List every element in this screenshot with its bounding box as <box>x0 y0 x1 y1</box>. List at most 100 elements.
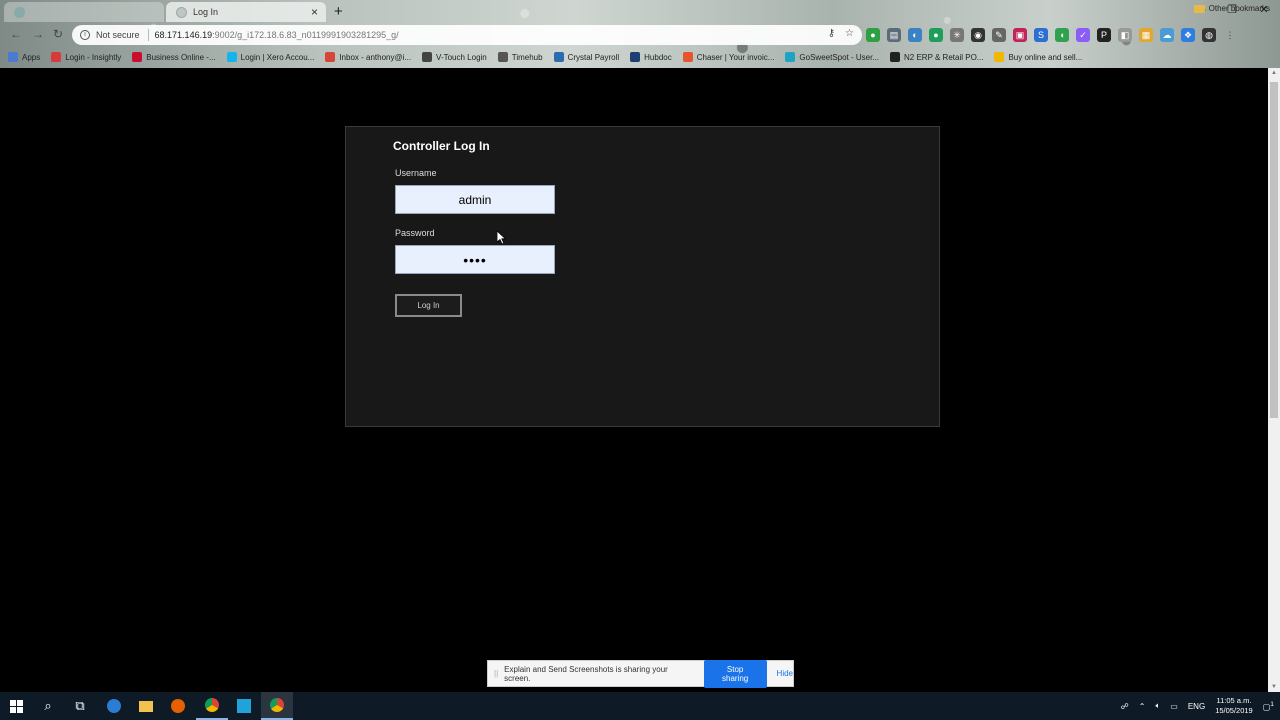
extension-icon[interactable]: ☁ <box>1160 28 1174 42</box>
extension-icon[interactable]: ▦ <box>1139 28 1153 42</box>
drag-handle-icon[interactable]: || <box>494 669 498 678</box>
bookmark-item[interactable]: V-Touch Login <box>422 52 487 62</box>
chrome-icon <box>205 698 219 712</box>
forward-button[interactable]: → <box>32 27 44 41</box>
hide-button[interactable]: Hide <box>777 669 793 678</box>
password-label: Password <box>395 228 435 238</box>
bookmark-label: Crystal Payroll <box>567 52 620 62</box>
login-panel: Controller Log In Username Password Log … <box>345 126 940 427</box>
folder-icon <box>139 700 153 712</box>
folder-icon <box>1193 4 1205 13</box>
bookmark-item[interactable]: Business Online -... <box>132 52 216 62</box>
login-title: Controller Log In <box>393 139 490 153</box>
system-tray: ☍ ⌃ 🔈︎ ▭ ENG 11:05 a.m. 15/05/2019 ▢1 <box>1121 692 1274 720</box>
taskbar-edge[interactable] <box>98 692 130 720</box>
extension-icon[interactable]: ◐ <box>908 28 922 42</box>
mouse-cursor-icon <box>497 231 507 245</box>
start-button[interactable] <box>0 692 32 720</box>
windows-logo-icon <box>9 699 23 713</box>
bookmark-favicon-icon <box>8 52 18 62</box>
taskbar: ⌕ ⧉ ☍ ⌃ 🔈︎ ▭ ENG 11:05 a.m. 15/05/2019 ▢… <box>0 692 1280 720</box>
clock[interactable]: 11:05 a.m. 15/05/2019 <box>1215 696 1253 716</box>
language-indicator[interactable]: ENG <box>1188 702 1205 711</box>
key-icon[interactable]: ⚷ <box>828 28 835 39</box>
chrome-icon <box>270 698 284 712</box>
bookmark-favicon-icon <box>226 52 237 62</box>
scroll-down-icon[interactable]: ▼ <box>1268 684 1280 690</box>
bookmark-item[interactable]: N2 ERP & Retail PO... <box>890 52 983 62</box>
back-button[interactable]: ← <box>10 27 22 41</box>
extension-icon[interactable]: ● <box>866 28 880 42</box>
extension-icon[interactable]: P <box>1097 28 1111 42</box>
login-button[interactable]: Log In <box>395 294 462 317</box>
bookmark-item[interactable]: Inbox - anthony@i... <box>325 52 411 62</box>
bookmark-item[interactable]: Crystal Payroll <box>553 52 620 62</box>
bookmark-label: GoSweetSpot - User... <box>799 52 880 62</box>
extension-icon[interactable]: ✳ <box>950 28 964 42</box>
extension-icon[interactable]: ▣ <box>1013 28 1027 42</box>
bookmark-favicon-icon <box>682 52 693 62</box>
taskbar-chrome-active[interactable] <box>261 692 293 720</box>
bookmark-item[interactable]: Chaser | Your invoic... <box>682 52 775 62</box>
password-input[interactable] <box>395 245 555 274</box>
bookmark-label: N2 ERP & Retail PO... <box>904 52 984 62</box>
app-icon <box>237 699 251 713</box>
bookmark-item[interactable]: Apps <box>8 52 40 62</box>
bookmark-favicon-icon <box>497 52 508 62</box>
scroll-up-icon[interactable]: ▲ <box>1268 70 1280 76</box>
address-bar[interactable]: i Not secure 68.171.146.19:9002/g_i172.1… <box>72 25 862 45</box>
edge-icon <box>107 699 121 713</box>
bookmark-label: Business Online -... <box>146 52 216 62</box>
taskbar-file-explorer[interactable] <box>130 692 162 720</box>
extension-icon[interactable]: ◧ <box>1118 28 1132 42</box>
bookmark-item[interactable]: Hubdoc <box>630 52 672 62</box>
extension-icon[interactable]: ✎ <box>992 28 1006 42</box>
chevron-up-icon[interactable]: ⌃ <box>1139 702 1146 711</box>
bookmark-label: Apps <box>22 52 41 62</box>
firefox-icon <box>171 699 185 713</box>
bookmark-star-icon[interactable]: ☆ <box>845 28 854 39</box>
bookmark-item[interactable]: GoSweetSpot - User... <box>785 52 879 62</box>
network-icon[interactable]: ▭ <box>1170 702 1178 711</box>
new-tab-button[interactable]: + <box>334 3 343 20</box>
tab-log-in[interactable]: Log In × <box>166 2 326 22</box>
info-icon[interactable]: i <box>80 30 90 40</box>
volume-icon[interactable]: 🔈︎ <box>1155 701 1160 711</box>
clock-date: 15/05/2019 <box>1215 706 1253 715</box>
people-icon[interactable]: ☍ <box>1121 702 1129 711</box>
taskbar-app[interactable] <box>228 692 260 720</box>
bookmark-favicon-icon <box>890 52 901 62</box>
profile-avatar-icon[interactable]: ◍ <box>1202 28 1216 42</box>
tab-close-icon[interactable]: × <box>311 5 318 19</box>
taskbar-chrome[interactable] <box>196 692 228 720</box>
task-view-button[interactable]: ⧉ <box>64 692 96 720</box>
extension-icon[interactable]: ● <box>929 28 943 42</box>
screen-sharing-bar: || Explain and Send Screenshots is shari… <box>487 659 794 688</box>
tab-background[interactable] <box>4 2 164 22</box>
extension-icon[interactable]: ▤ <box>887 28 901 42</box>
tab-favicon-icon <box>14 6 25 18</box>
taskbar-firefox[interactable] <box>162 692 194 720</box>
username-input[interactable] <box>395 185 555 214</box>
bookmark-label: Chaser | Your invoic... <box>696 52 775 62</box>
vertical-scrollbar[interactable]: ▲ ▼ <box>1268 68 1280 692</box>
bookmark-label: Hubdoc <box>644 52 672 62</box>
bookmark-item[interactable]: Timehub <box>497 52 543 62</box>
stop-sharing-button[interactable]: Stop sharing <box>703 659 767 688</box>
extension-icon[interactable]: ◖ <box>1055 28 1069 42</box>
bookmark-item[interactable]: Login | Xero Accou... <box>226 52 314 62</box>
search-button[interactable]: ⌕ <box>32 692 64 720</box>
scrollbar-thumb[interactable] <box>1270 82 1278 418</box>
bookmark-item[interactable]: Login - Insightly <box>51 52 121 62</box>
extension-icon[interactable]: ✓ <box>1076 28 1090 42</box>
bookmark-item[interactable]: Buy online and sell... <box>994 52 1082 62</box>
extension-icon[interactable]: ❖ <box>1181 28 1195 42</box>
extension-icon[interactable]: S <box>1034 28 1048 42</box>
extension-icon[interactable]: ◉ <box>971 28 985 42</box>
task-view-icon: ⧉ <box>75 698 85 713</box>
bookmarks-bar: Apps Login - Insightly Business Online -..… <box>0 47 1280 67</box>
other-bookmarks[interactable]: Other bookmarks <box>1193 4 1270 13</box>
menu-dots-icon[interactable]: ⋮ <box>1223 28 1237 42</box>
notifications-icon[interactable]: ▢1 <box>1263 701 1274 712</box>
reload-button[interactable]: ↻ <box>53 27 63 41</box>
